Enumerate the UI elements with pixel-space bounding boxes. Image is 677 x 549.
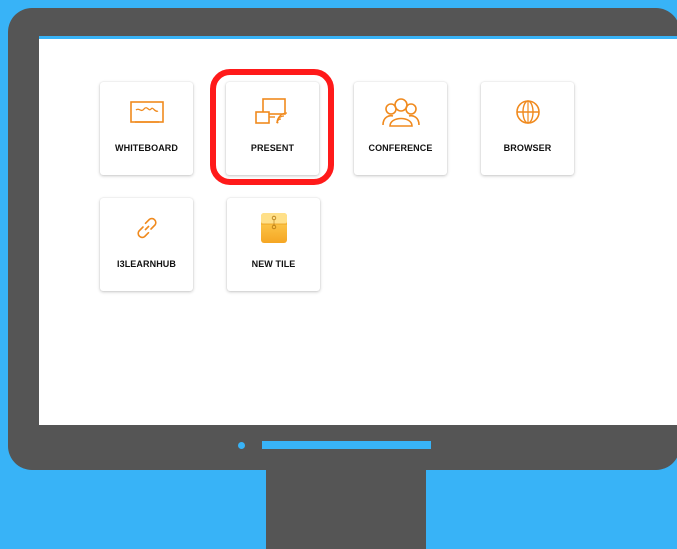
monitor-screen: WHITEBOARD PRESENT CONFERENCE BROWSER I3… (39, 39, 677, 425)
tile-present[interactable]: PRESENT (226, 82, 319, 175)
tile-conference[interactable]: CONFERENCE (354, 82, 447, 175)
screen-top-accent (39, 36, 677, 39)
monitor-indicator-bar (262, 441, 431, 449)
monitor-illustration: WHITEBOARD PRESENT CONFERENCE BROWSER I3… (0, 0, 677, 549)
tile-i3learnhub[interactable]: I3LEARNHUB (100, 198, 193, 291)
monitor-stand (266, 470, 426, 549)
tile-label: CONFERENCE (368, 143, 433, 153)
folder-envelope-icon (227, 210, 320, 246)
screen-cast-icon (226, 94, 319, 130)
whiteboard-icon (100, 94, 193, 130)
tile-label: WHITEBOARD (115, 143, 178, 153)
tile-whiteboard[interactable]: WHITEBOARD (100, 82, 193, 175)
tile-browser[interactable]: BROWSER (481, 82, 574, 175)
tile-label: I3LEARNHUB (116, 259, 176, 269)
globe-icon (481, 94, 574, 130)
tile-new-tile[interactable]: NEW TILE (227, 198, 320, 291)
power-indicator-dot (238, 442, 245, 449)
tile-label: NEW TILE (251, 259, 296, 269)
link-icon (100, 210, 193, 246)
tile-label: BROWSER (503, 143, 552, 153)
tile-label: PRESENT (250, 143, 295, 153)
people-group-icon (354, 94, 447, 130)
